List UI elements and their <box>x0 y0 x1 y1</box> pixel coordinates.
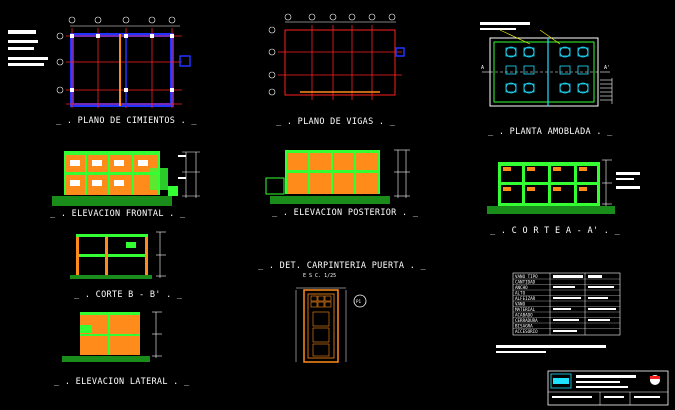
furnished-plan: A A' _ . PLANTA AMOBLADA . _ <box>480 22 613 137</box>
legend-row: CERRADURA <box>515 318 538 323</box>
title-det-carpinteria: _ . DET. CARPINTERIA PUERTA . _ <box>258 261 427 271</box>
front-elevation: _ . ELEVACION FRONTAL . _ <box>50 151 200 219</box>
title-elevacion-lateral: _ . ELEVACION LATERAL . _ <box>54 377 190 387</box>
legend-row: BISAGRA <box>515 324 533 329</box>
rear-elevation: _ . ELEVACION POSTERIOR . _ <box>265 149 419 218</box>
legend-row: CANTIDAD <box>515 280 536 285</box>
beam-plan: _ . PLANO DE VIGAS . _ <box>268 13 405 127</box>
legend-row: VANO <box>515 302 526 307</box>
door-tag: P1 <box>356 299 362 304</box>
title-corte-aa: _ . C O R T E A - A' . _ <box>490 226 621 236</box>
legend-row: ALFEIZAR <box>515 296 536 301</box>
notes-block <box>496 345 606 353</box>
door-detail: _ . DET. CARPINTERIA PUERTA . _ E S C. 1… <box>258 261 427 363</box>
title-plano-cimientos: _ . PLANO DE CIMIENTOS . _ <box>56 116 197 126</box>
title-corte-bb: _ . CORTE B - B' . _ <box>74 290 183 300</box>
foundation-plan: _ . PLANO DE CIMIENTOS . _ <box>8 16 197 126</box>
drawing-canvas: _ . PLANO DE CIMIENTOS . _ _ . PLANO DE … <box>8 13 669 406</box>
det-scale: E S C. 1/25 <box>303 273 336 279</box>
legend-row: ACCESORIO <box>515 329 538 334</box>
section-mark-a2: A' <box>604 65 610 71</box>
legend-row: MATERIAL <box>515 307 536 312</box>
title-plano-vigas: _ . PLANO DE VIGAS . _ <box>276 117 396 127</box>
title-elevacion-frontal: _ . ELEVACION FRONTAL . _ <box>50 209 186 219</box>
side-elevation: _ . ELEVACION LATERAL . _ <box>54 311 190 387</box>
legend-header: VANO TIPO <box>515 274 538 279</box>
section-bb: _ . CORTE B - B' . _ <box>70 231 183 300</box>
title-block <box>547 370 669 406</box>
cad-sheet: _ . PLANO DE CIMIENTOS . _ _ . PLANO DE … <box>0 0 675 410</box>
legend-table: VANO TIPO CANTIDAD ANCHO ALTO ALFEIZAR V… <box>512 272 621 336</box>
legend-row: ANCHO <box>515 285 528 290</box>
legend-row: ALTO <box>515 291 526 296</box>
title-elevacion-posterior: _ . ELEVACION POSTERIOR . _ <box>272 208 419 218</box>
title-planta-amoblada: _ . PLANTA AMOBLADA . _ <box>488 127 613 137</box>
legend-row: ACABADO <box>515 313 533 318</box>
section-aa: _ . C O R T E A - A' . _ <box>487 159 640 236</box>
section-mark-a: A <box>481 65 484 71</box>
